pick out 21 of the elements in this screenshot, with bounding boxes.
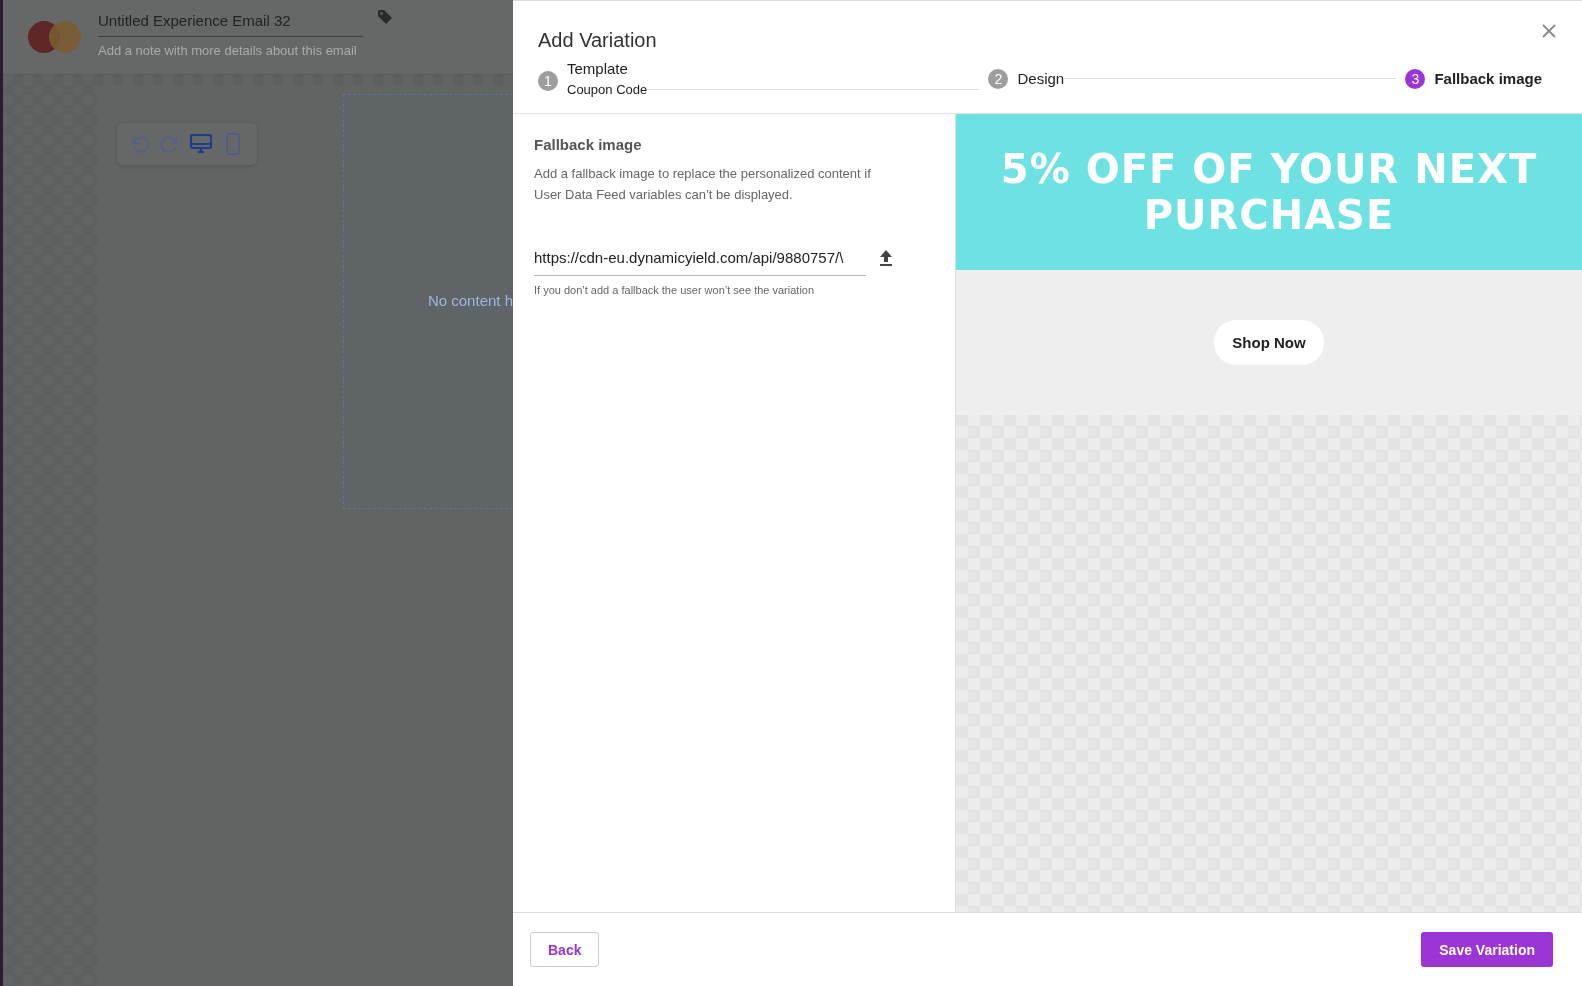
step-label: Template bbox=[567, 60, 629, 77]
modal-title: Add Variation bbox=[538, 28, 657, 52]
shop-now-button[interactable]: Shop Now bbox=[1214, 320, 1324, 365]
step-label: Fallback image bbox=[1434, 70, 1542, 87]
section-title: Fallback image bbox=[534, 136, 643, 153]
tag-icon[interactable] bbox=[377, 9, 393, 25]
close-icon[interactable] bbox=[1540, 22, 1558, 40]
url-field[interactable]: https://cdn-eu.dynamicyield.com/api/9880757/\ bbox=[534, 241, 866, 276]
logo-icon bbox=[27, 20, 82, 54]
banner-headline: 5% OFF OF YOUR NEXT PURCHASE bbox=[999, 146, 1539, 238]
step-sublabel: Coupon Code bbox=[567, 82, 648, 97]
upload-icon[interactable] bbox=[878, 249, 894, 267]
description-text: Add a fallback image to replace the personalized content if User Data Feed variables can’t be displayed. bbox=[534, 165, 872, 204]
email-title[interactable]: Untitled Experience Email 32 bbox=[98, 12, 363, 37]
save-button[interactable]: Save Variation bbox=[1421, 932, 1553, 967]
empty-canvas-text: No content h bbox=[427, 292, 513, 309]
back-button[interactable]: Back bbox=[530, 932, 600, 967]
helper-text: If you don’t add a fallback the user won’t see the variation bbox=[534, 284, 816, 296]
step-number[interactable]: 3 bbox=[1405, 68, 1426, 89]
step-label: Design bbox=[1017, 70, 1065, 87]
desktop-icon[interactable] bbox=[189, 132, 213, 156]
